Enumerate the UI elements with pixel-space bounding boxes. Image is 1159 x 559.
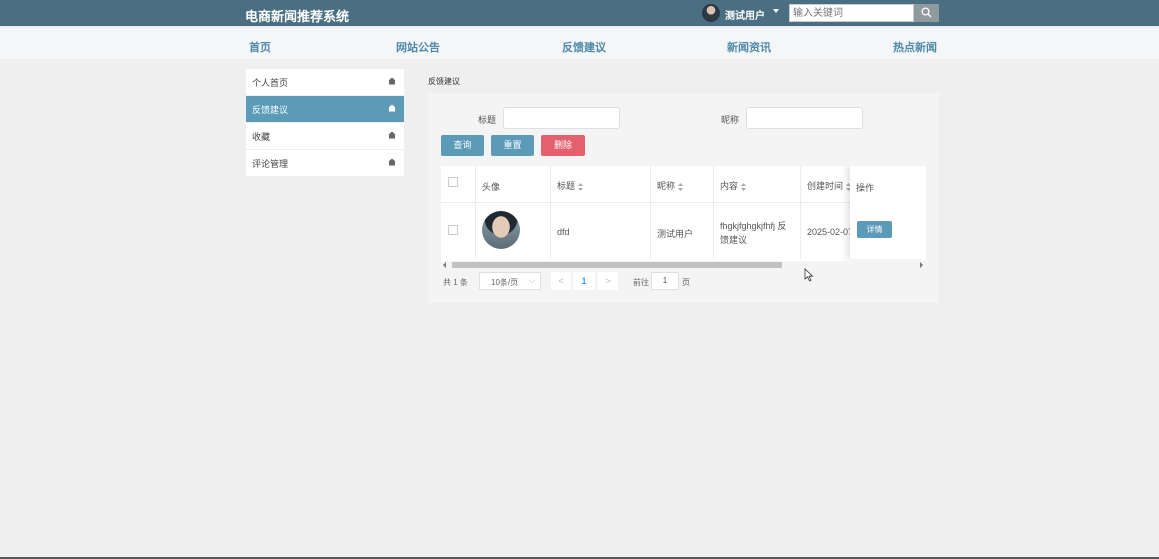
- search-icon: [921, 7, 932, 18]
- reset-button[interactable]: 重置: [491, 135, 534, 156]
- header-label: 内容: [720, 181, 739, 191]
- avatar-cell: [476, 203, 551, 259]
- table-row: [441, 203, 476, 259]
- row-nickname: 测试用户: [657, 229, 694, 239]
- nav-item-home[interactable]: 首页: [249, 39, 271, 55]
- detail-button[interactable]: 详情: [857, 221, 892, 238]
- table-horizontal-scrollbar[interactable]: [441, 261, 926, 269]
- header-label: 头像: [482, 182, 501, 192]
- nickname-filter-label: 昵称: [721, 115, 740, 125]
- scroll-right-icon[interactable]: [920, 262, 923, 268]
- sort-caret-icon[interactable]: [678, 182, 684, 191]
- breadcrumb: 反馈建议: [428, 77, 460, 86]
- next-page-button[interactable]: >: [598, 272, 618, 290]
- header-label: 操作: [856, 183, 875, 193]
- user-avatar[interactable]: [702, 4, 720, 22]
- nav-item-hot-news[interactable]: 热点新闻: [893, 39, 937, 55]
- row-content-line2: 馈建议: [720, 235, 748, 245]
- sidebar-item-comments[interactable]: 评论管理: [246, 150, 404, 177]
- row-title: dfd: [557, 227, 570, 237]
- content-cell: fhgkjfghgkjfhfj 反 馈建议: [714, 203, 801, 259]
- sidebar-item-profile[interactable]: 个人首页: [246, 69, 404, 96]
- sidebar-item-label: 评论管理: [252, 159, 289, 169]
- fixed-action-column: 操作 详情: [850, 166, 926, 259]
- sidebar-item-favorites[interactable]: 收藏: [246, 123, 404, 150]
- delete-button[interactable]: 删除: [541, 135, 585, 156]
- avatar: [482, 211, 520, 249]
- select-all-checkbox[interactable]: [448, 177, 458, 187]
- nav-item-news[interactable]: 新闻资讯: [727, 39, 771, 55]
- goto-label: 前往: [633, 278, 649, 287]
- table-header-nickname[interactable]: 昵称: [651, 166, 714, 203]
- scroll-left-icon[interactable]: [443, 262, 446, 268]
- sidebar-item-label: 收藏: [252, 132, 271, 142]
- table-header-title[interactable]: 标题: [551, 166, 651, 203]
- mouse-cursor-icon: [804, 268, 814, 282]
- goto-page-input[interactable]: 1: [651, 272, 679, 290]
- pagination-total: 共 1 条: [443, 278, 468, 287]
- nav-item-announcements[interactable]: 网站公告: [396, 39, 440, 55]
- feedback-panel: 标题 昵称 查询 重置 删除 头像 标题 昵称 内容 创建时间 dfd 测试用户…: [428, 93, 939, 303]
- sort-caret-icon[interactable]: [578, 182, 584, 191]
- search-input[interactable]: [789, 4, 914, 22]
- prev-page-button[interactable]: <: [551, 272, 571, 290]
- query-button[interactable]: 查询: [441, 135, 484, 156]
- goto-unit: 页: [682, 278, 690, 287]
- nickname-cell: 测试用户: [651, 203, 714, 259]
- main-nav: 首页 网站公告 反馈建议 新闻资讯 热点新闻: [0, 28, 1159, 59]
- top-header-bar: 电商新闻推荐系统 测试用户: [0, 0, 1159, 26]
- search-button[interactable]: [914, 4, 939, 22]
- row-content-line1: fhgkjfghgkjfhfj 反: [720, 221, 787, 231]
- nav-item-feedback[interactable]: 反馈建议: [562, 39, 606, 55]
- chevron-down-icon: ⌵: [528, 276, 535, 285]
- sidebar-item-feedback[interactable]: 反馈建议: [246, 96, 404, 123]
- caret-down-icon[interactable]: [773, 9, 779, 13]
- table-header-avatar: 头像: [476, 166, 551, 203]
- sidebar: 个人首页 反馈建议 收藏 评论管理: [246, 69, 404, 177]
- title-filter-label: 标题: [478, 115, 497, 125]
- sidebar-item-label: 反馈建议: [252, 105, 289, 115]
- site-title[interactable]: 电商新闻推荐系统: [245, 6, 349, 25]
- nickname-filter-input[interactable]: [746, 107, 863, 129]
- home-icon: [388, 77, 396, 85]
- title-filter-input[interactable]: [503, 107, 620, 129]
- scrollbar-thumb[interactable]: [452, 262, 782, 268]
- row-created: 2025-02-07: [807, 227, 854, 237]
- header-label: 标题: [557, 181, 576, 191]
- page-size-value: 10条/页: [491, 278, 519, 287]
- home-icon: [388, 131, 396, 139]
- user-name[interactable]: 测试用户: [725, 7, 765, 22]
- feedback-table: 头像 标题 昵称 内容 创建时间 dfd 测试用户 fhgkjfghgkjfhf…: [441, 166, 926, 262]
- sort-caret-icon[interactable]: [741, 182, 747, 191]
- home-icon: [388, 158, 396, 166]
- table-header-content[interactable]: 内容: [714, 166, 801, 203]
- title-cell: dfd: [551, 203, 651, 259]
- header-label: 创建时间: [807, 181, 844, 191]
- page-number[interactable]: 1: [573, 272, 595, 290]
- row-checkbox[interactable]: [448, 225, 458, 235]
- table-header-select: [441, 166, 476, 203]
- header-label: 昵称: [657, 181, 676, 191]
- page-size-select[interactable]: 10条/页 ⌵: [479, 272, 541, 290]
- home-icon: [388, 104, 396, 112]
- sidebar-item-label: 个人首页: [252, 78, 289, 88]
